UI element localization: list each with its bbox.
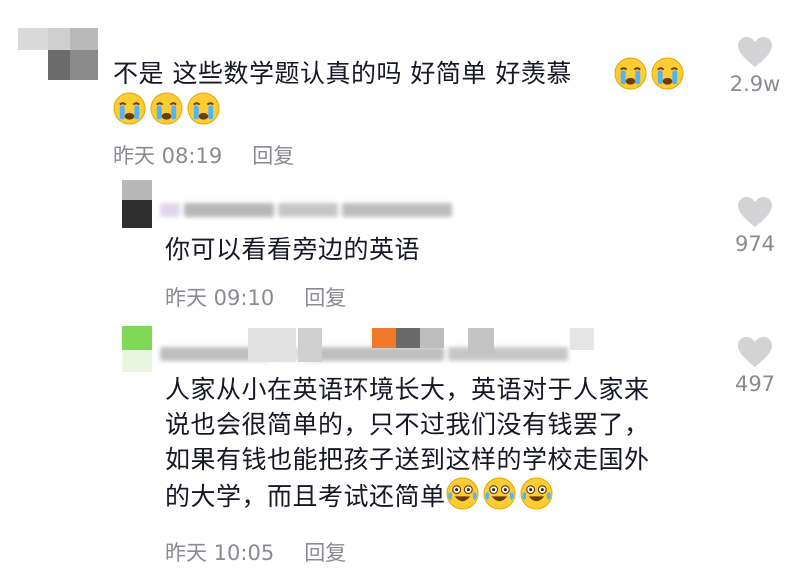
comment-meta: 昨天 08:19 回复 — [113, 140, 294, 170]
like-count: 974 — [734, 232, 776, 256]
crying-face-icon — [187, 92, 220, 125]
comment-text-line: 说也会很简单的，只不过我们没有钱罢了， — [165, 410, 650, 439]
username-blurred[interactable] — [160, 202, 500, 222]
avatar[interactable] — [18, 28, 98, 80]
crying-laughing-face-icon — [446, 477, 479, 510]
mosaic-patch — [372, 328, 396, 348]
avatar[interactable] — [122, 326, 152, 372]
comment-text: 你可以看看旁边的英语 — [165, 235, 421, 264]
comment-meta: 昨天 10:05 回复 — [165, 537, 346, 567]
crying-laughing-face-icon — [520, 477, 553, 510]
mosaic-patch — [570, 328, 594, 350]
emoji-row — [113, 92, 224, 125]
crying-face-icon — [150, 92, 183, 125]
reply-button[interactable]: 回复 — [304, 286, 346, 310]
reply-button[interactable]: 回复 — [252, 144, 294, 168]
heart-icon — [738, 337, 772, 367]
comment-text-line: 不是 这些数学题认真的吗 好简单 好羡慕 — [113, 59, 572, 88]
heart-icon — [738, 37, 772, 67]
crying-face-icon — [651, 57, 684, 90]
like-button[interactable]: 497 — [720, 336, 790, 396]
mosaic-patch — [248, 328, 296, 362]
like-button[interactable]: 974 — [720, 196, 790, 256]
comment-text-line: 人家从小在英语环境长大，英语对于人家来 — [165, 375, 650, 404]
emoji-row — [614, 57, 688, 90]
comment-time: 昨天 08:19 — [113, 144, 223, 168]
comment-text-line: 的大学，而且考试还简单 — [165, 482, 446, 511]
like-count: 2.9w — [729, 72, 781, 96]
username-blurred[interactable] — [160, 346, 700, 366]
crying-face-icon — [113, 92, 146, 125]
comment-time: 昨天 10:05 — [165, 541, 275, 565]
mosaic-patch — [298, 328, 322, 362]
mosaic-patch — [420, 328, 444, 348]
comment-text-line: 如果有钱也能把孩子送到这样的学校走国外 — [165, 445, 650, 474]
heart-icon — [738, 197, 772, 227]
comment-meta: 昨天 09:10 回复 — [165, 282, 346, 312]
crying-laughing-face-icon — [483, 477, 516, 510]
avatar[interactable] — [122, 180, 152, 228]
comment-time: 昨天 09:10 — [165, 286, 275, 310]
reply-button[interactable]: 回复 — [304, 541, 346, 565]
mosaic-patch — [396, 328, 420, 348]
like-count: 497 — [734, 372, 776, 396]
mosaic-patch — [468, 328, 494, 354]
like-button[interactable]: 2.9w — [720, 36, 790, 96]
crying-face-icon — [614, 57, 647, 90]
comment-text: 人家从小在英语环境长大，英语对于人家来 说也会很简单的，只不过我们没有钱罢了， … — [165, 372, 725, 514]
